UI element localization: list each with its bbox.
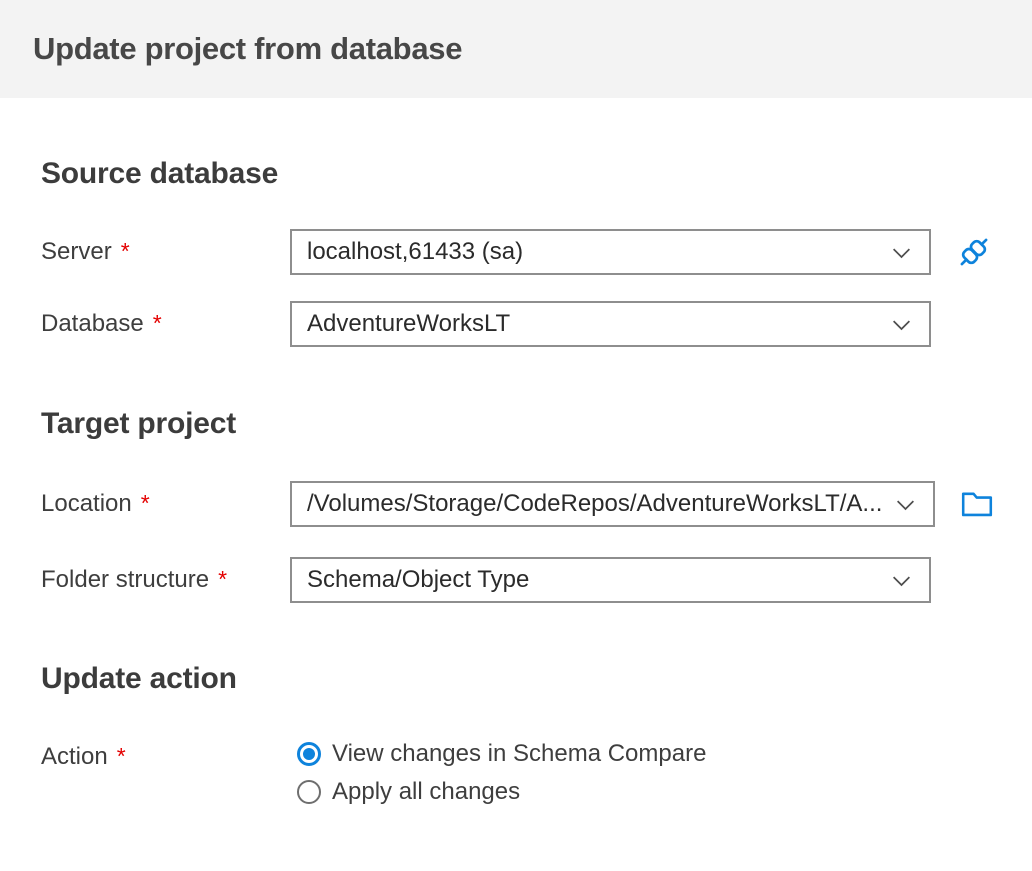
- section-heading-source-database: Source database: [41, 157, 279, 190]
- radio-button-icon: [297, 780, 321, 804]
- dialog-title: Update project from database: [33, 31, 463, 66]
- chevron-down-icon: [893, 320, 910, 330]
- chevron-down-icon: [893, 576, 910, 586]
- required-asterisk: *: [152, 310, 162, 336]
- dialog-body: Source database Server * localhost,61433 …: [0, 155, 1032, 805]
- folder-structure-label: Folder structure *: [41, 566, 228, 593]
- radio-option-label: Apply all changes: [332, 778, 521, 805]
- chevron-down-icon: [893, 248, 910, 258]
- folder-structure-row: Folder structure * Schema/Object Type: [41, 557, 991, 603]
- folder-structure-dropdown-value: Schema/Object Type: [307, 566, 530, 593]
- database-dropdown-value: AdventureWorksLT: [307, 310, 511, 337]
- database-dropdown[interactable]: AdventureWorksLT: [290, 301, 931, 347]
- radio-view-changes-in-schema-compare[interactable]: View changes in Schema Compare: [297, 740, 707, 767]
- action-radio-group: View changes in Schema Compare Apply all…: [297, 740, 707, 805]
- database-label: Database *: [41, 310, 162, 337]
- folder-browse-icon[interactable]: [959, 485, 995, 523]
- folder-structure-dropdown[interactable]: Schema/Object Type: [290, 557, 931, 603]
- connect-plug-icon[interactable]: [955, 233, 993, 271]
- required-asterisk: *: [116, 743, 126, 769]
- section-heading-target-project: Target project: [41, 407, 237, 440]
- radio-button-icon: [297, 742, 321, 766]
- required-asterisk: *: [120, 238, 130, 264]
- section-heading-update-action: Update action: [41, 662, 237, 695]
- action-label: Action *: [41, 743, 126, 770]
- server-label: Server *: [41, 238, 130, 265]
- server-dropdown-value: localhost,61433 (sa): [307, 238, 524, 265]
- radio-apply-all-changes[interactable]: Apply all changes: [297, 778, 706, 805]
- dialog-header: Update project from database: [0, 0, 1032, 98]
- radio-option-label: View changes in Schema Compare: [332, 740, 707, 767]
- server-row: Server * localhost,61433 (sa): [41, 229, 991, 275]
- location-dropdown-value: /Volumes/Storage/CodeRepos/AdventureWork…: [307, 490, 883, 517]
- location-row: Location * /Volumes/Storage/CodeRepos/Adv…: [41, 481, 993, 527]
- location-label: Location *: [41, 490, 150, 517]
- required-asterisk: *: [140, 490, 150, 516]
- server-dropdown[interactable]: localhost,61433 (sa): [290, 229, 931, 275]
- action-row: Action * View changes in Schema Compare A…: [41, 740, 991, 805]
- chevron-down-icon: [897, 500, 915, 510]
- database-row: Database * AdventureWorksLT: [41, 301, 991, 347]
- required-asterisk: *: [218, 566, 228, 592]
- location-dropdown[interactable]: /Volumes/Storage/CodeRepos/AdventureWork…: [290, 481, 936, 527]
